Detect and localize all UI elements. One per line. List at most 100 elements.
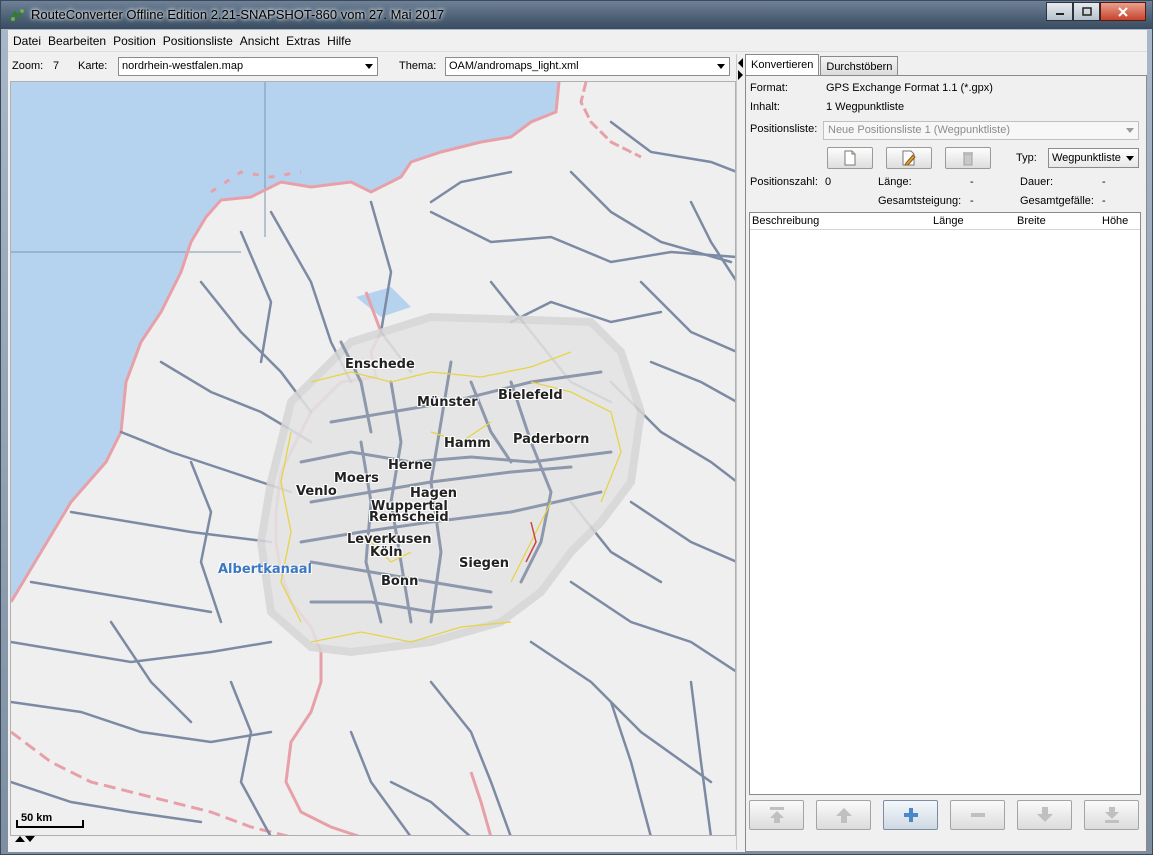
inhalt-label: Inhalt: [750,101,780,113]
city-label-hamm: Hamm [444,436,491,451]
laenge-value: - [970,176,974,188]
window-title: RouteConverter Offline Edition 2.21-SNAP… [31,7,445,22]
city-label-moers: Moers [334,471,379,486]
arrow-left-icon[interactable] [738,58,743,68]
typ-select-value: Wegpunktliste [1052,152,1121,164]
column-header-beschreibung[interactable]: Beschreibung [752,215,819,227]
plus-icon [903,808,918,822]
arrow-top-icon [769,807,784,823]
map-view[interactable]: Enschede Münster Bielefeld Hamm Paderbor… [10,81,736,836]
maximize-icon [1081,7,1092,16]
menu-ansicht[interactable]: Ansicht [237,34,283,48]
panel-splitter[interactable] [736,54,744,850]
arrow-down-icon [1036,807,1053,822]
menu-position[interactable]: Position [110,34,160,48]
map-toolbar: Zoom: 7 Karte: nordrhein-westfalen.map T… [8,54,735,80]
dauer-value: - [1102,176,1106,188]
positionsliste-select-value: Neue Positionsliste 1 (Wegpunktliste) [828,124,1010,136]
inhalt-value: 1 Wegpunktliste [826,101,905,113]
add-position-button[interactable] [883,800,938,830]
tab-strip: Konvertieren Durchstöbern [745,54,899,76]
delete-list-button[interactable] [945,147,991,169]
collapse-down-icon[interactable] [25,836,35,842]
city-label-herne: Herne [388,458,433,473]
dauer-label: Dauer: [1020,176,1054,188]
gesamtgefaelle-label: Gesamtgefälle: [1020,195,1094,207]
rename-list-button[interactable] [886,147,932,169]
expand-up-icon[interactable] [15,836,25,842]
column-header-breite[interactable]: Breite [1017,215,1046,227]
chevron-down-icon [1126,156,1134,161]
close-icon [1118,6,1128,17]
menu-hilfe[interactable]: Hilfe [324,34,355,48]
typ-label: Typ: [1016,152,1037,164]
positionszahl-value: 0 [825,176,832,188]
map-status-strip [10,836,736,850]
trash-icon [963,151,973,165]
thema-select-value: OAM/andromaps_light.xml [449,60,579,72]
chevron-down-icon [365,64,373,69]
positionsliste-select[interactable]: Neue Positionsliste 1 (Wegpunktliste) [823,121,1139,140]
thema-label: Thema: [399,60,437,72]
remove-position-button[interactable] [950,800,1005,830]
gesamtsteigung-label: Gesamtsteigung: [878,195,962,207]
typ-select[interactable]: Wegpunktliste [1048,148,1139,168]
table-header: Beschreibung Länge Breite Höhe [750,213,1140,230]
new-document-icon [844,150,856,166]
tab-body: Format: GPS Exchange Format 1.1 (*.gpx) … [745,75,1147,852]
karte-label: Karte: [78,60,108,72]
convert-panel: Konvertieren Durchstöbern Format: GPS Ex… [745,54,1147,852]
positionsliste-label: Positionsliste: [750,123,818,135]
scale-label: 50 km [21,812,53,824]
zoom-value: 7 [53,60,60,72]
minimize-button[interactable] [1046,2,1073,21]
menu-positionsliste[interactable]: Positionsliste [160,34,237,48]
city-label-remscheid: Remscheid [369,510,449,525]
city-label-enschede: Enschede [345,357,415,372]
city-label-paderborn: Paderborn [513,432,590,447]
laenge-label: Länge: [878,176,912,188]
close-button[interactable] [1100,2,1146,21]
column-header-hoehe[interactable]: Höhe [1102,215,1128,227]
move-down-button[interactable] [1017,800,1072,830]
map-canvas[interactable] [11,82,736,836]
positionszahl-label: Positionszahl: [750,176,818,188]
move-up-button[interactable] [816,800,871,830]
app-window: RouteConverter Offline Edition 2.21-SNAP… [0,0,1153,855]
city-label-munster: Münster [417,395,478,410]
edit-document-icon [902,150,916,166]
city-label-venlo: Venlo [296,484,337,499]
menu-extras[interactable]: Extras [283,34,324,48]
title-bar[interactable]: RouteConverter Offline Edition 2.21-SNAP… [1,1,1152,29]
chevron-down-icon [717,64,725,69]
menu-bar: Datei Bearbeiten Position Positionsliste… [8,30,1147,52]
thema-select[interactable]: OAM/andromaps_light.xml [445,57,730,76]
new-list-button[interactable] [827,147,873,169]
column-header-laenge[interactable]: Länge [933,215,964,227]
move-to-top-button[interactable] [749,800,804,830]
maximize-button[interactable] [1073,2,1100,21]
client-area: Datei Bearbeiten Position Positionsliste… [8,30,1147,852]
format-value: GPS Exchange Format 1.1 (*.gpx) [826,82,993,94]
water-label-albertkanaal: Albertkanaal [218,562,312,577]
city-label-siegen: Siegen [459,556,510,571]
tab-konvertieren[interactable]: Konvertieren [745,54,820,76]
city-label-koln: Köln [370,545,403,560]
tab-durchstobern[interactable]: Durchstöbern [820,56,899,75]
karte-select[interactable]: nordrhein-westfalen.map [118,57,378,76]
positions-table[interactable]: Beschreibung Länge Breite Höhe [749,212,1141,795]
menu-bearbeiten[interactable]: Bearbeiten [45,34,110,48]
arrow-bottom-icon [1104,807,1119,823]
zoom-label: Zoom: [12,60,44,72]
move-to-bottom-button[interactable] [1084,800,1139,830]
karte-select-value: nordrhein-westfalen.map [122,60,244,72]
arrow-right-icon[interactable] [738,70,743,80]
menu-datei[interactable]: Datei [10,34,45,48]
minus-icon [970,813,985,817]
chevron-down-icon [1126,128,1134,133]
city-label-bielefeld: Bielefeld [498,388,563,403]
city-label-bonn: Bonn [381,574,419,589]
gesamtsteigung-value: - [970,195,974,207]
format-label: Format: [750,82,788,94]
gesamtgefaelle-value: - [1102,195,1106,207]
